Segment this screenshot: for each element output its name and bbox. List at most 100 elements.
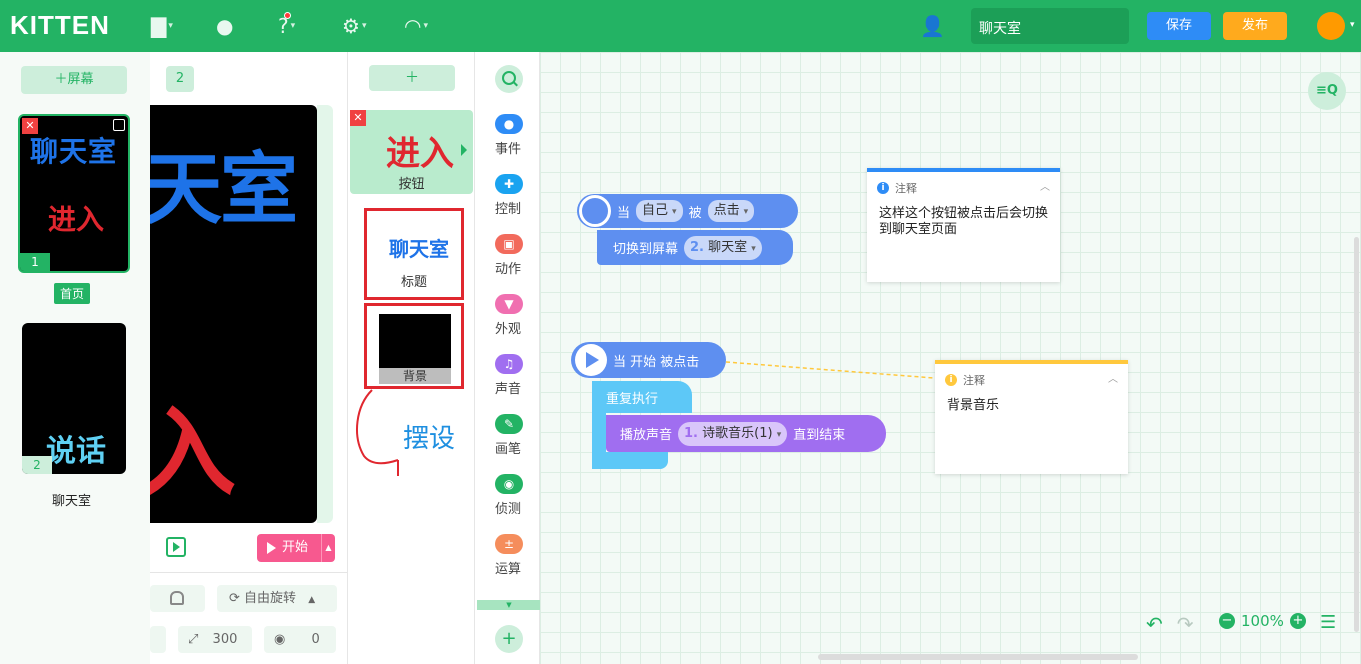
play-sound-block[interactable]: 播放声音 1. 诗歌音乐(1) ▾ 直到结束: [606, 415, 886, 452]
help-icon[interactable]: ? ▾: [278, 12, 295, 38]
add-user-icon[interactable]: 👤: [920, 14, 945, 38]
category-operators[interactable]: ± 运算: [475, 534, 541, 594]
screen-name-label[interactable]: 首页: [54, 283, 91, 304]
category-label: 声音: [494, 382, 521, 397]
pen-icon: ✎: [495, 414, 523, 434]
chevron-down-icon[interactable]: ▾: [1350, 20, 1355, 30]
category-events[interactable]: ● 事件: [475, 114, 541, 174]
screen-name-label[interactable]: 聊天室: [52, 490, 91, 509]
screen-thumbnail-1[interactable]: ✕ 聊天室 进入 1: [18, 114, 130, 273]
settings-gear-icon[interactable]: ⚙ ▾: [342, 14, 366, 38]
actor-dropdown[interactable]: 自己 ▾: [636, 200, 683, 222]
zoom-out-button[interactable]: −: [1219, 613, 1235, 629]
actor-preview: 进入: [386, 134, 454, 174]
chevron-up-icon[interactable]: ▲: [321, 534, 335, 562]
actor-item-background[interactable]: 背景: [364, 303, 464, 389]
note-body[interactable]: 背景音乐: [947, 398, 1116, 414]
sound-dropdown[interactable]: 1. 诗歌音乐(1) ▾: [678, 421, 788, 446]
app-logo: KITTEN: [10, 10, 110, 40]
chevron-right-icon[interactable]: [461, 144, 467, 156]
event-block-when-clicked[interactable]: 当 自己 ▾ 被 点击 ▾: [577, 194, 798, 228]
size-field[interactable]: ⤢ 300: [178, 626, 252, 653]
lock-toggle[interactable]: [150, 585, 205, 612]
screen-thumbnail-2[interactable]: 说话 2: [22, 323, 126, 474]
block-text: 当 开始 被点击: [613, 354, 700, 370]
actor-item-button[interactable]: ✕ 进入 按钮: [350, 110, 473, 194]
info-icon: i: [877, 182, 889, 194]
scroll-down-icon[interactable]: ▼: [477, 600, 541, 610]
actor-item-title[interactable]: 聊天室 标题: [364, 208, 464, 300]
workspace-search-button[interactable]: ≡Q: [1308, 72, 1346, 110]
resize-icon: ⤢: [188, 632, 199, 647]
hand-drawn-arrow: [356, 389, 399, 476]
zoom-in-button[interactable]: +: [1289, 613, 1306, 629]
category-pen[interactable]: ✎ 画笔: [475, 414, 541, 474]
note-body[interactable]: 这样这个按钮被点击后会切换到聊天室页面: [879, 206, 1048, 238]
close-icon[interactable]: ✕: [350, 110, 366, 126]
undo-icon[interactable]: ↶: [1146, 612, 1163, 636]
chevron-up-icon[interactable]: ︿: [1040, 178, 1050, 193]
chevron-down-icon: ▾: [776, 429, 782, 440]
stage-canvas[interactable]: 天室 入: [150, 105, 317, 523]
lock-icon: [170, 591, 184, 605]
repeat-forever-block[interactable]: 重复执行: [592, 381, 692, 413]
start-button[interactable]: 开始 ▲: [257, 534, 335, 562]
actor-label: 按钮: [398, 177, 425, 192]
horizontal-scrollbar[interactable]: [818, 654, 1138, 660]
stage-tab[interactable]: 2: [166, 66, 194, 92]
dropdown-value: 聊天室: [708, 239, 748, 255]
chevron-up-icon: ▲: [308, 595, 316, 605]
user-avatar[interactable]: [1317, 12, 1345, 40]
comment-note[interactable]: i 注释 ︿ 背景音乐: [935, 360, 1128, 474]
project-name-input[interactable]: 聊天室: [971, 8, 1129, 44]
rotation-mode-select[interactable]: ⟳ 自由旋转 ▲: [217, 585, 337, 612]
block-text: 播放声音: [620, 428, 673, 443]
folder-icon[interactable]: ▇ ▾: [151, 14, 173, 38]
event-block-start-clicked[interactable]: 当 开始 被点击: [571, 342, 726, 378]
dropdown-value: 点击: [713, 203, 740, 218]
music-icon: ♫: [495, 354, 523, 374]
thumb-button-text: 说话: [46, 434, 106, 469]
publish-button[interactable]: 发布: [1223, 12, 1287, 40]
category-control[interactable]: ✚ 控制: [475, 174, 541, 234]
actor-preview: [379, 314, 451, 368]
stage-scrollbar[interactable]: [317, 105, 333, 523]
comment-note[interactable]: i 注释 ︿ 这样这个按钮被点击后会切换到聊天室页面: [867, 168, 1060, 282]
switch-screen-block[interactable]: 切换到屏幕 2. 聊天室 ▾: [597, 230, 793, 265]
event-dropdown[interactable]: 点击 ▾: [707, 200, 755, 222]
chevron-down-icon: ▾: [751, 243, 756, 254]
chevron-up-icon[interactable]: ︿: [1108, 370, 1118, 385]
thumb-button-text: 进入: [48, 203, 105, 236]
redo-icon[interactable]: ↷: [1177, 612, 1194, 636]
chevron-down-icon: ▾: [743, 207, 749, 217]
block-text: 重复执行: [606, 391, 659, 407]
toggle-icon: ●: [495, 114, 523, 134]
wifi-icon[interactable]: ◠ ▾: [404, 14, 428, 38]
category-label: 控制: [494, 202, 521, 217]
screens-panel: ＋屏幕 ✕ 聊天室 进入 1 首页 说话 2 聊天室: [0, 52, 150, 664]
add-actor-button[interactable]: ＋: [369, 65, 455, 91]
repeat-block-foot: [592, 452, 668, 469]
position-field[interactable]: [150, 626, 166, 653]
save-button[interactable]: 保存: [1147, 12, 1211, 40]
handwritten-annotation: 摆设: [403, 424, 456, 454]
category-looks[interactable]: ▼ 外观: [475, 294, 541, 354]
add-screen-button[interactable]: ＋屏幕: [21, 66, 127, 94]
preview-play-icon[interactable]: [166, 537, 186, 557]
screen-dropdown[interactable]: 2. 聊天室 ▾: [684, 235, 762, 260]
align-blocks-icon[interactable]: ☰: [1320, 612, 1336, 633]
note-color-bar: [935, 360, 1128, 364]
actors-panel: ＋ ✕ 进入 按钮 聊天室 标题 背景 摆设: [347, 52, 474, 664]
vertical-scrollbar[interactable]: [1354, 237, 1359, 632]
search-icon[interactable]: [495, 65, 523, 93]
category-sensing[interactable]: ◉ 侦测: [475, 474, 541, 534]
thumb-title-text: 聊天室: [30, 135, 118, 168]
category-sound[interactable]: ♫ 声音: [475, 354, 541, 414]
top-bar: KITTEN ▇ ▾ ● ? ▾ ⚙ ▾ ◠ ▾ 👤 聊天室 保存 发布 ▾: [0, 0, 1361, 52]
backpack-icon[interactable]: ●: [216, 14, 233, 38]
code-workspace[interactable]: ≡Q 当 自己 ▾ 被 点击 ▾ 切换到屏幕 2. 聊天室 ▾ i 注释 ︿ 这样这个…: [540, 52, 1361, 664]
add-extension-button[interactable]: +: [495, 625, 523, 653]
category-motion[interactable]: ▣ 动作: [475, 234, 541, 294]
direction-field[interactable]: ◉ 0: [264, 626, 336, 653]
block-text: 当: [617, 205, 631, 221]
